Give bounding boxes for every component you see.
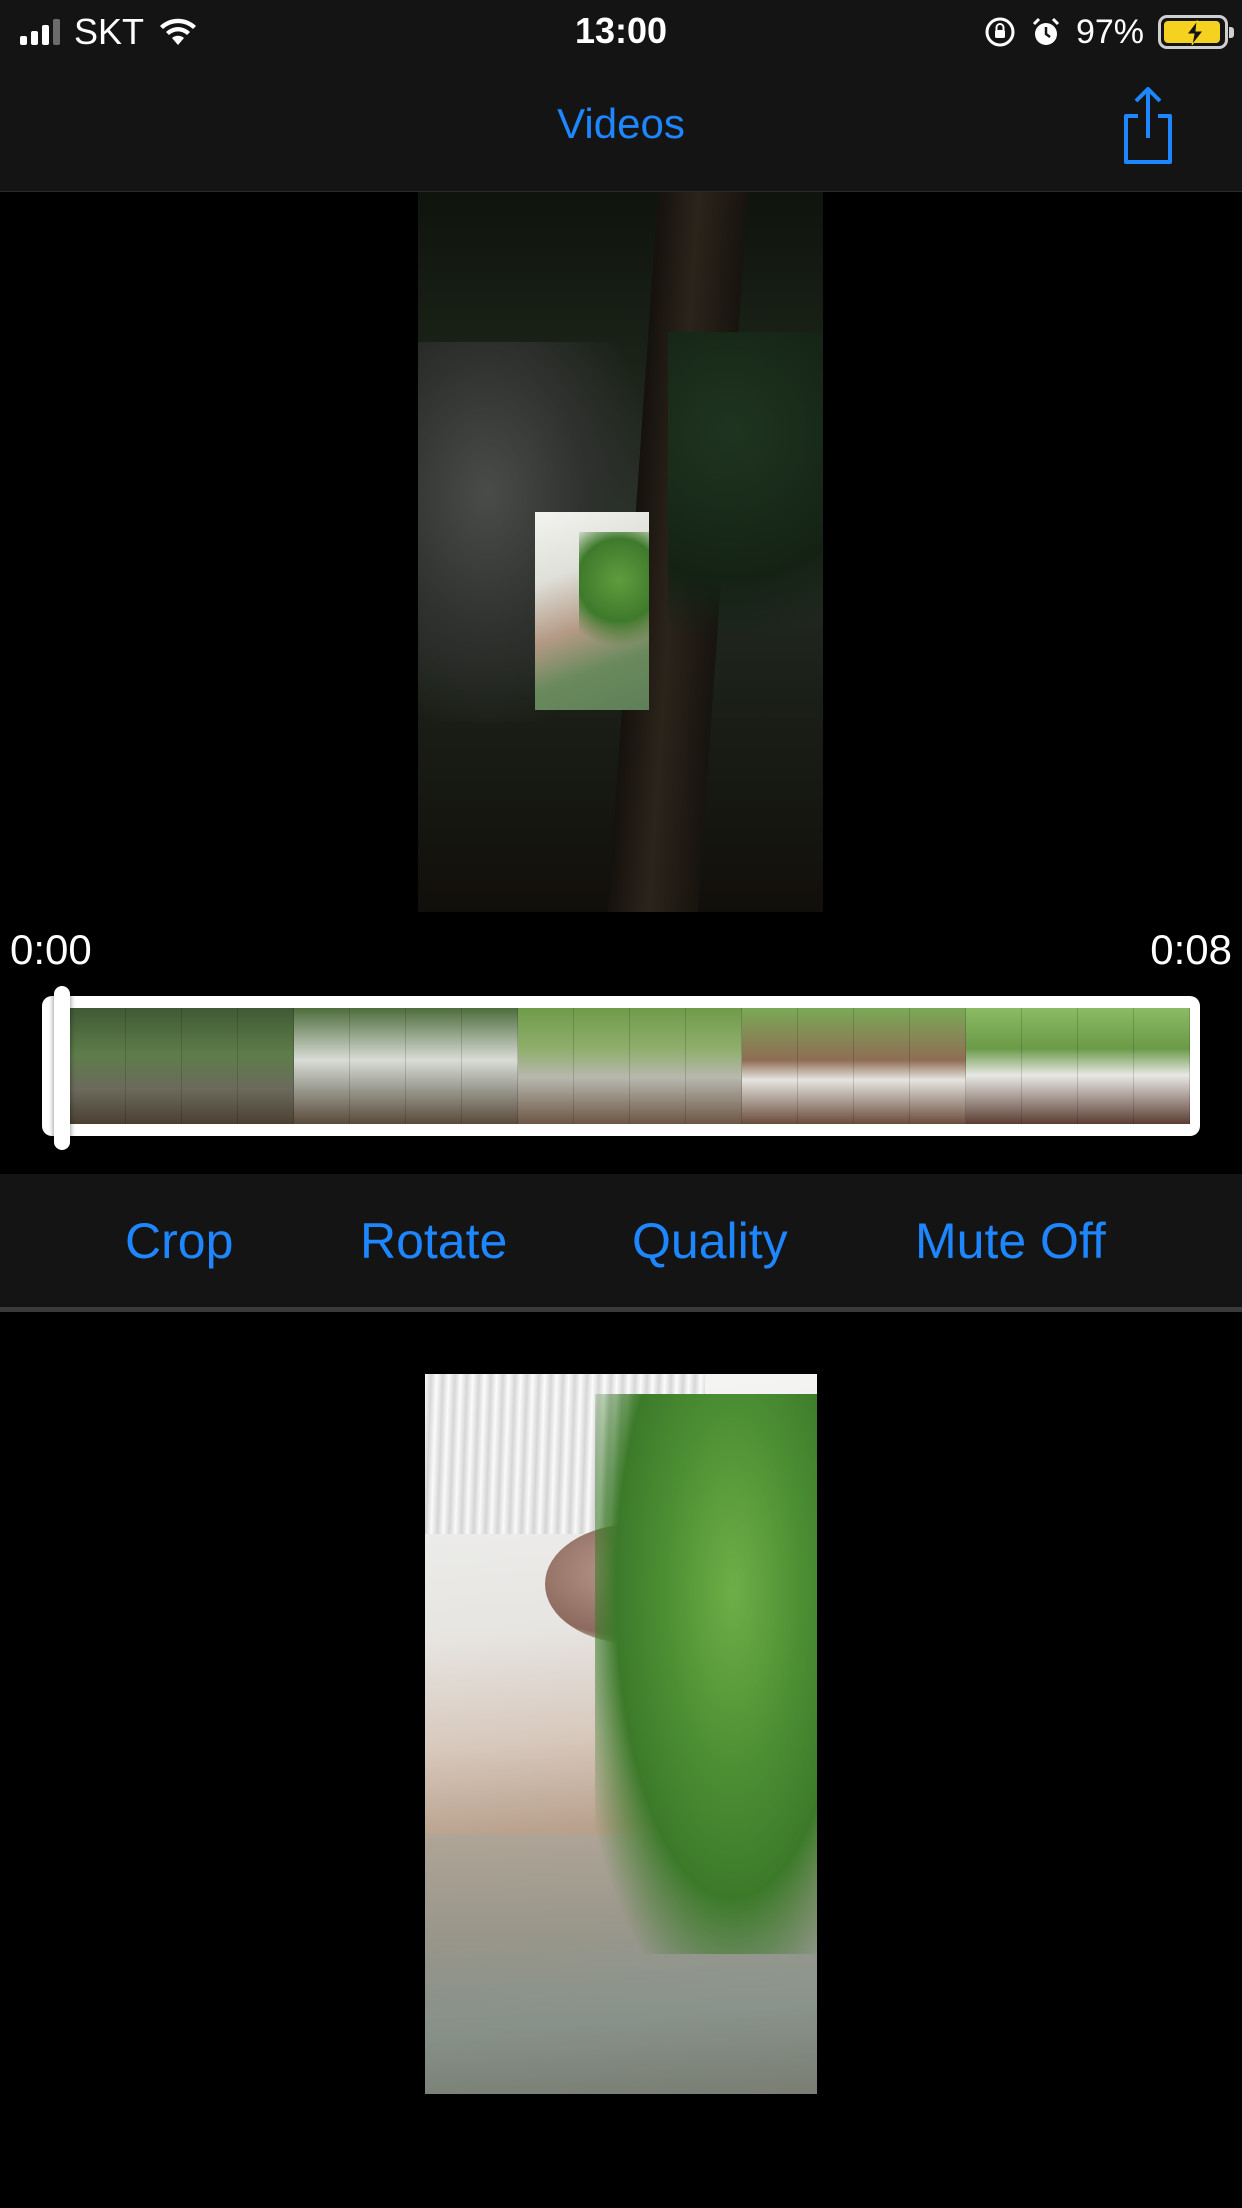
- trim-bar[interactable]: [42, 996, 1200, 1136]
- timeline-thumbnail: [350, 1008, 406, 1124]
- timeline-thumbnail: [910, 1008, 966, 1124]
- timeline-thumbnail: [966, 1008, 1022, 1124]
- cropped-video-preview: [425, 1374, 817, 2094]
- status-bar: SKT 13:00 97%: [0, 0, 1242, 64]
- timeline-thumbnail: [406, 1008, 462, 1124]
- alarm-icon: [1032, 17, 1059, 45]
- battery-charging-icon: [1158, 15, 1234, 49]
- timeline-thumbnail: [686, 1008, 742, 1124]
- timeline-thumbnail: [574, 1008, 630, 1124]
- page-title[interactable]: Videos: [0, 100, 1242, 148]
- crop-button[interactable]: Crop: [125, 1212, 233, 1270]
- timeline-thumbnail: [70, 1008, 126, 1124]
- timeline-thumbnail: [1022, 1008, 1078, 1124]
- edit-toolbar: Crop Rotate Quality Mute Off: [0, 1174, 1242, 1312]
- timeline-thumbnail: [1134, 1008, 1190, 1124]
- playhead-handle[interactable]: [54, 986, 70, 1150]
- battery-percent: 97%: [1075, 12, 1144, 51]
- navigation-bar: Videos: [0, 64, 1242, 192]
- start-time-label: 0:00: [10, 926, 92, 973]
- timeline-thumbnail: [182, 1008, 238, 1124]
- thumbnail-strip: [70, 1008, 1190, 1124]
- timeline-thumbnail: [742, 1008, 798, 1124]
- end-time-label: 0:08: [1150, 926, 1232, 973]
- video-preview: [418, 192, 823, 912]
- status-right: 97%: [984, 10, 1234, 54]
- rotate-button[interactable]: Rotate: [360, 1212, 507, 1270]
- mute-toggle-button[interactable]: Mute Off: [915, 1212, 1106, 1270]
- timeline-thumbnail: [798, 1008, 854, 1124]
- timeline-thumbnail: [294, 1008, 350, 1124]
- share-icon[interactable]: [1116, 86, 1180, 166]
- quality-button[interactable]: Quality: [632, 1212, 788, 1270]
- timeline-thumbnail: [238, 1008, 294, 1124]
- timeline-thumbnail: [854, 1008, 910, 1124]
- timeline-thumbnail: [1078, 1008, 1134, 1124]
- timeline-thumbnail: [630, 1008, 686, 1124]
- timeline-thumbnail: [518, 1008, 574, 1124]
- timeline-thumbnail: [462, 1008, 518, 1124]
- timeline-thumbnail: [126, 1008, 182, 1124]
- crop-selection[interactable]: [535, 512, 649, 710]
- orientation-lock-icon: [985, 17, 1015, 47]
